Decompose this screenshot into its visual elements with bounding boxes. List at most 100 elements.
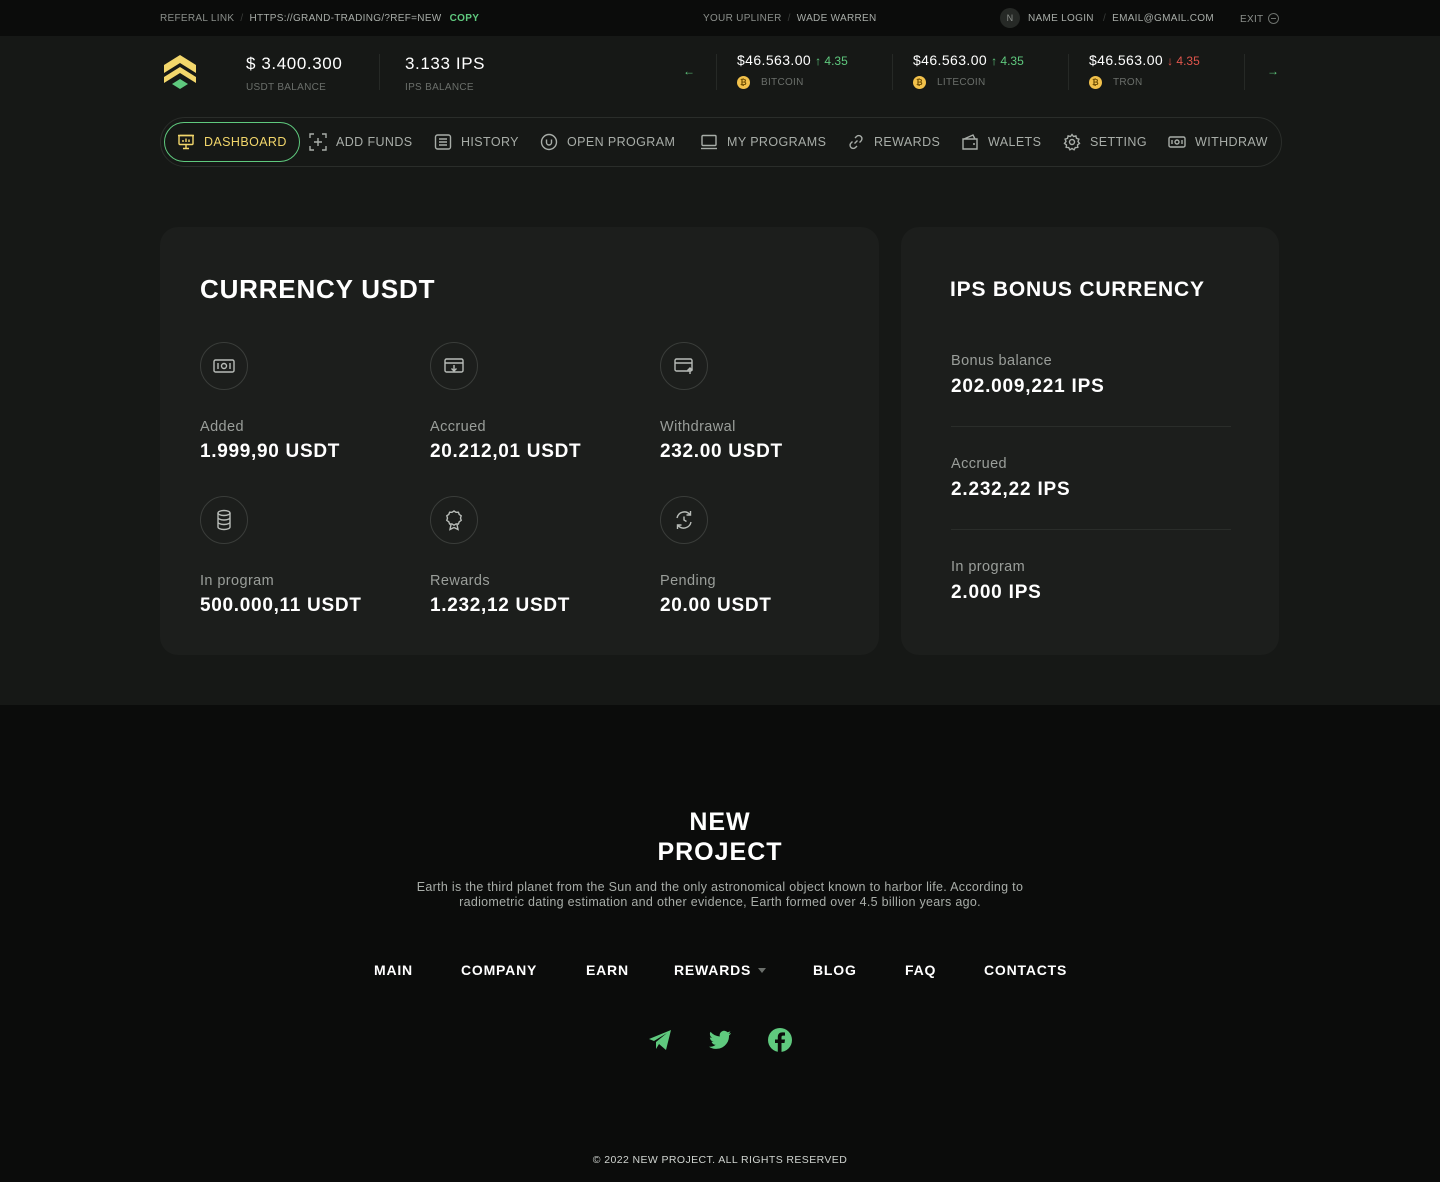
trend-down-icon: ↓ 4.35	[1167, 54, 1200, 68]
ips-value: 2.232,22 IPS	[951, 479, 1071, 500]
email: EMAIL@GMAIL.COM	[1112, 13, 1214, 24]
nav-dashboard[interactable]: DASHBOARD	[164, 122, 300, 162]
usdt-balance: $ 3.400.300 USDT BALANCE	[246, 54, 342, 93]
nav-my-programs[interactable]: MY PROGRAMS	[700, 124, 826, 160]
nav-label: SETTING	[1090, 135, 1147, 149]
exit-label: EXIT	[1240, 14, 1264, 25]
footer-link-earn[interactable]: EARN	[586, 962, 629, 978]
ticker-change: 4.35	[824, 54, 848, 68]
ips-bonus-card: IPS BONUS CURRENCY Bonus balance 202.009…	[901, 227, 1279, 655]
footer-title: NEW PROJECT	[0, 807, 1440, 867]
divider	[1244, 54, 1245, 90]
nav-withdraw[interactable]: WITHDRAW	[1168, 124, 1268, 160]
telegram-icon[interactable]	[647, 1027, 673, 1053]
footer-description-line: Earth is the third planet from the Sun a…	[416, 880, 1024, 894]
ips-balance-label: IPS BALANCE	[405, 82, 474, 93]
upliner-row: YOUR UPLINER / WADE WARREN	[703, 13, 877, 24]
trend-up-icon: ↑ 4.35	[991, 54, 1024, 68]
ips-value: 2.000 IPS	[951, 582, 1042, 603]
wallet-icon	[962, 134, 978, 150]
ticker-change: 4.35	[1000, 54, 1024, 68]
ips-balance: 3.133 IPS IPS BALANCE	[405, 54, 485, 93]
stat-rewards: Rewards 1.232,12 USDT	[430, 496, 570, 617]
link-icon	[849, 134, 863, 150]
divider	[892, 54, 893, 90]
avatar[interactable]: N	[1000, 8, 1020, 28]
ticker-coin: TRON	[1113, 77, 1143, 88]
nav-label: MY PROGRAMS	[727, 135, 827, 149]
ticker-tron: $46.563.00 ↓ 4.35 ₿ TRON	[1089, 52, 1200, 89]
footer-link-rewards[interactable]: REWARDS	[674, 962, 767, 978]
footer-title-line: NEW	[689, 808, 751, 836]
ips-value: 202.009,221 IPS	[951, 376, 1105, 397]
footer-link-faq[interactable]: FAQ	[905, 962, 936, 978]
ticker-price: $46.563.00	[737, 52, 812, 68]
footer-description: Earth is the third planet from the Sun a…	[390, 880, 1050, 910]
nav-label: ADD FUNDS	[336, 135, 413, 149]
deposit-icon	[430, 342, 478, 390]
cash-icon	[200, 342, 248, 390]
stat-label: Withdrawal	[660, 419, 736, 435]
stat-pending: Pending 20.00 USDT	[660, 496, 772, 617]
nav-walets[interactable]: WALETS	[961, 124, 1041, 160]
logo-icon[interactable]	[160, 52, 200, 92]
copy-button[interactable]: COPY	[450, 13, 480, 24]
coin-icon: ₿	[1089, 76, 1102, 89]
coin-icon: ₿	[737, 76, 750, 89]
stat-value: 1.999,90 USDT	[200, 441, 341, 462]
refresh-icon	[660, 496, 708, 544]
ticker-change: 4.35	[1176, 54, 1200, 68]
divider	[716, 54, 717, 90]
ips-label: In program	[951, 559, 1026, 575]
stat-label: Added	[200, 419, 244, 435]
arrow-right-icon[interactable]: →	[1267, 64, 1279, 78]
ticker-bitcoin: $46.563.00 ↑ 4.35 ₿ BITCOIN	[737, 52, 848, 89]
main-nav: DASHBOARD ADD FUNDS HISTORY OPEN PROGRAM…	[160, 117, 1282, 167]
divider	[951, 426, 1231, 427]
coin-icon: ₿	[913, 76, 926, 89]
stat-accrued: Accrued 20.212,01 USDT	[430, 342, 581, 463]
nav-history[interactable]: HISTORY	[434, 124, 519, 160]
ips-row-in-program: In program 2.000 IPS	[951, 559, 1231, 604]
nav-label: OPEN PROGRAM	[567, 135, 676, 149]
usdt-balance-label: USDT BALANCE	[246, 82, 327, 93]
nav-setting[interactable]: SETTING	[1063, 124, 1147, 160]
nav-open-program[interactable]: OPEN PROGRAM	[540, 124, 675, 160]
ips-label: Accrued	[951, 456, 1007, 472]
nav-label: WALETS	[988, 135, 1042, 149]
nav-add-funds[interactable]: ADD FUNDS	[309, 124, 413, 160]
ips-balance-value: 3.133 IPS	[405, 54, 486, 73]
stat-value: 20.212,01 USDT	[430, 441, 582, 462]
ticker-coin: LITECOIN	[937, 77, 986, 88]
ips-label: Bonus balance	[951, 353, 1053, 369]
footer-link-company[interactable]: COMPANY	[461, 962, 537, 978]
upliner-label: YOUR UPLINER	[703, 13, 782, 24]
twitter-icon[interactable]	[707, 1027, 733, 1053]
referral-link-label: REFERAL LINK	[160, 13, 235, 24]
card-upload-icon	[660, 342, 708, 390]
divider	[951, 529, 1231, 530]
stat-value: 20.00 USDT	[660, 595, 772, 616]
power-icon	[540, 133, 558, 151]
stat-value: 500.000,11 USDT	[200, 595, 362, 616]
nav-label: WITHDRAW	[1195, 135, 1268, 149]
ips-row-bonus-balance: Bonus balance 202.009,221 IPS	[951, 353, 1231, 398]
footer-link-contacts[interactable]: CONTACTS	[984, 962, 1067, 978]
nav-label: HISTORY	[461, 135, 519, 149]
stat-added: Added 1.999,90 USDT	[200, 342, 340, 463]
nav-rewards[interactable]: REWARDS	[847, 124, 940, 160]
footer-link-main[interactable]: MAIN	[374, 962, 413, 978]
facebook-icon[interactable]	[767, 1027, 793, 1053]
upliner-name: WADE WARREN	[796, 13, 877, 24]
stat-value: 232.00 USDT	[660, 441, 783, 462]
footer-link-blog[interactable]: BLOG	[813, 962, 857, 978]
arrow-left-icon[interactable]: ←	[683, 64, 695, 78]
stat-label: Pending	[660, 573, 717, 589]
presentation-icon	[178, 134, 194, 150]
usdt-balance-value: $ 3.400.300	[246, 54, 343, 73]
exit-button[interactable]: EXIT	[1240, 13, 1280, 25]
gear-icon	[1063, 133, 1081, 151]
copyright: © 2022 NEW PROJECT. ALL RIGHTS RESERVED	[592, 1154, 848, 1166]
login-name[interactable]: NAME LOGIN	[1028, 13, 1094, 24]
card-title: CURRENCY USDT	[200, 274, 436, 304]
